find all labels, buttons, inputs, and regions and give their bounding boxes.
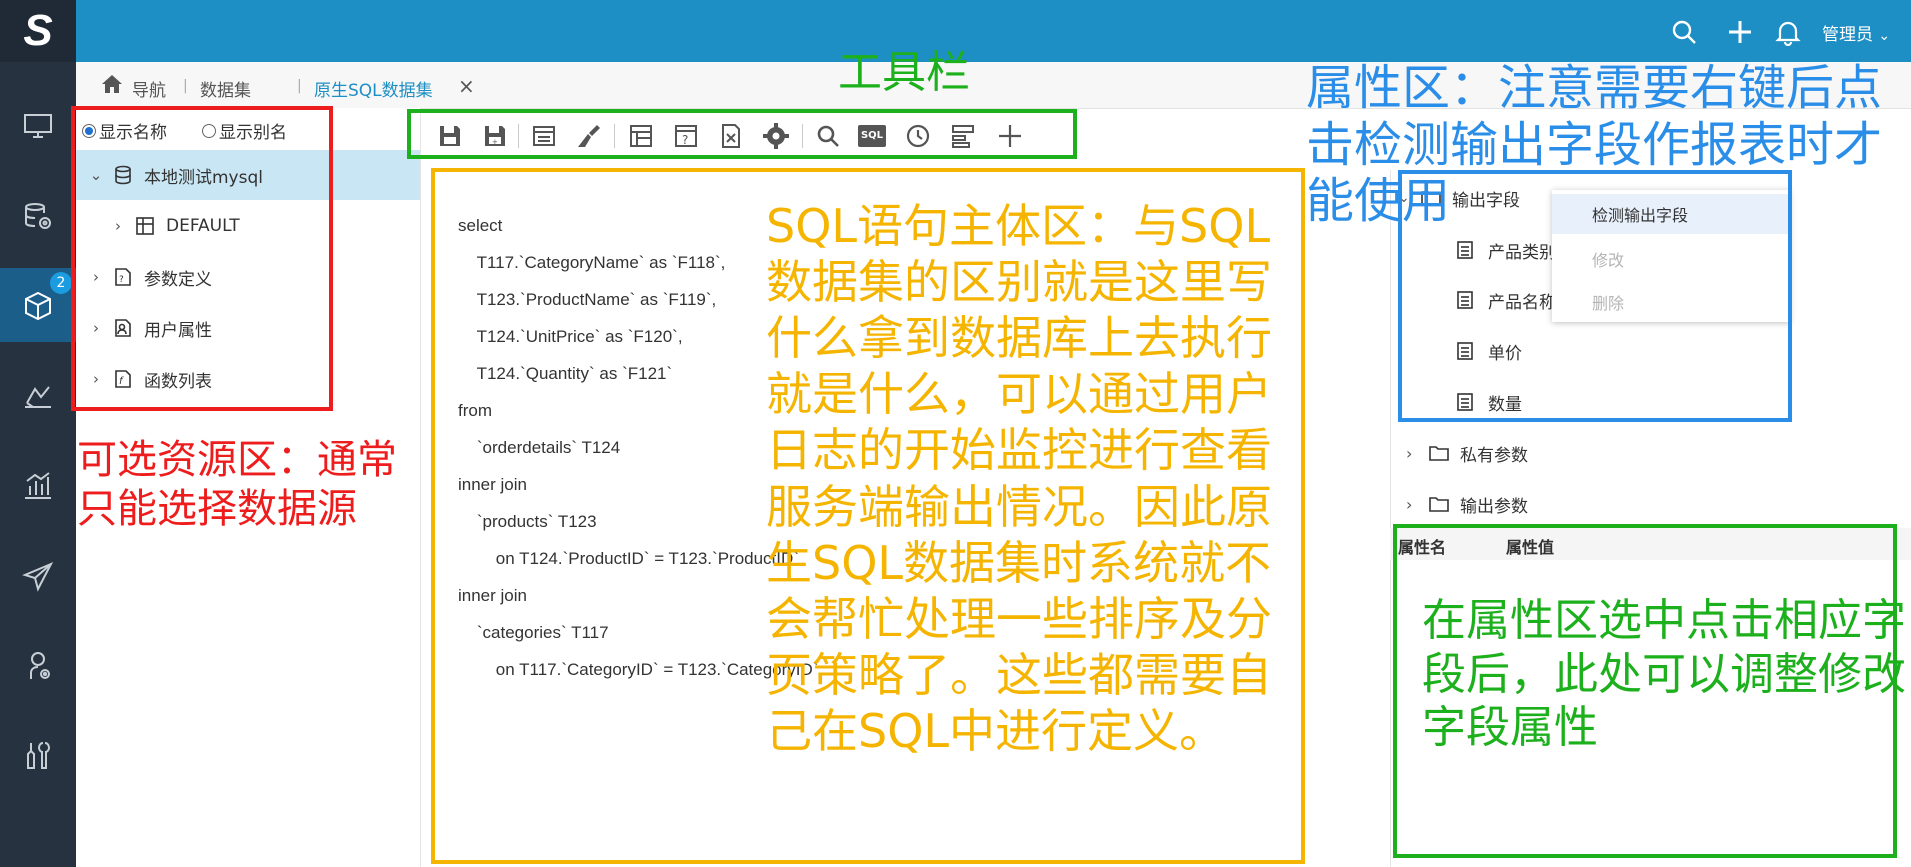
annotation-toolbar-text: 工具栏 — [838, 47, 970, 98]
user-name: 管理员 — [1822, 25, 1873, 45]
folder-icon — [1429, 446, 1449, 461]
tab-native-sql[interactable]: 原生SQL数据集 — [314, 76, 433, 101]
cube-icon[interactable] — [18, 286, 58, 326]
annotation-resource-text: 可选资源区：通常只能选择数据源 — [77, 437, 397, 532]
annotation-field-props-text: 在属性区选中点击相应字段后，此处可以调整修改字段属性 — [1422, 595, 1906, 754]
monitor-icon[interactable] — [18, 106, 58, 146]
user-menu[interactable]: 管理员 ⌄ — [1822, 20, 1890, 45]
crumb-separator: | — [183, 78, 188, 94]
search-icon[interactable] — [1670, 18, 1698, 46]
output-params-label: 输出参数 — [1460, 496, 1528, 517]
analysis-icon[interactable] — [18, 376, 58, 416]
logo-letter: S — [23, 6, 53, 55]
close-tab-icon[interactable]: × — [458, 74, 475, 98]
crumb-separator: | — [297, 78, 302, 94]
notification-badge: 2 — [50, 272, 72, 294]
chevron-right-icon[interactable]: › — [1406, 495, 1424, 514]
annotation-box-toolbar — [407, 109, 1077, 159]
chevron-right-icon[interactable]: › — [1406, 444, 1424, 463]
annotation-box-resource — [71, 106, 333, 411]
annotation-sql-text: SQL语句主体区：与SQL数据集的区别就是这里写什么拿到数据库上去执行就是什么，… — [766, 199, 1272, 758]
crumb-dataset[interactable]: 数据集 — [200, 76, 251, 101]
tree-output-params[interactable]: › 输出参数 — [1406, 486, 1528, 522]
home-icon[interactable] — [100, 72, 124, 96]
private-params-label: 私有参数 — [1460, 445, 1528, 466]
chart-icon[interactable] — [18, 466, 58, 506]
folder-icon — [1429, 497, 1449, 512]
database-settings-icon[interactable] — [18, 196, 58, 236]
crumb-nav[interactable]: 导航 — [132, 76, 166, 101]
annotation-property-text: 属性区：注意需要右键后点击检测输出字段作报表时才能使用 — [1306, 60, 1883, 230]
app-logo[interactable]: S — [0, 0, 76, 62]
bell-icon[interactable] — [1774, 18, 1802, 46]
send-icon[interactable] — [18, 556, 58, 596]
tree-private-params[interactable]: › 私有参数 — [1406, 435, 1528, 471]
chevron-down-icon: ⌄ — [1878, 28, 1891, 44]
plus-icon[interactable] — [1726, 18, 1754, 46]
tools-icon[interactable] — [18, 736, 58, 776]
top-bar — [76, 0, 1911, 62]
user-settings-icon[interactable] — [18, 646, 58, 686]
